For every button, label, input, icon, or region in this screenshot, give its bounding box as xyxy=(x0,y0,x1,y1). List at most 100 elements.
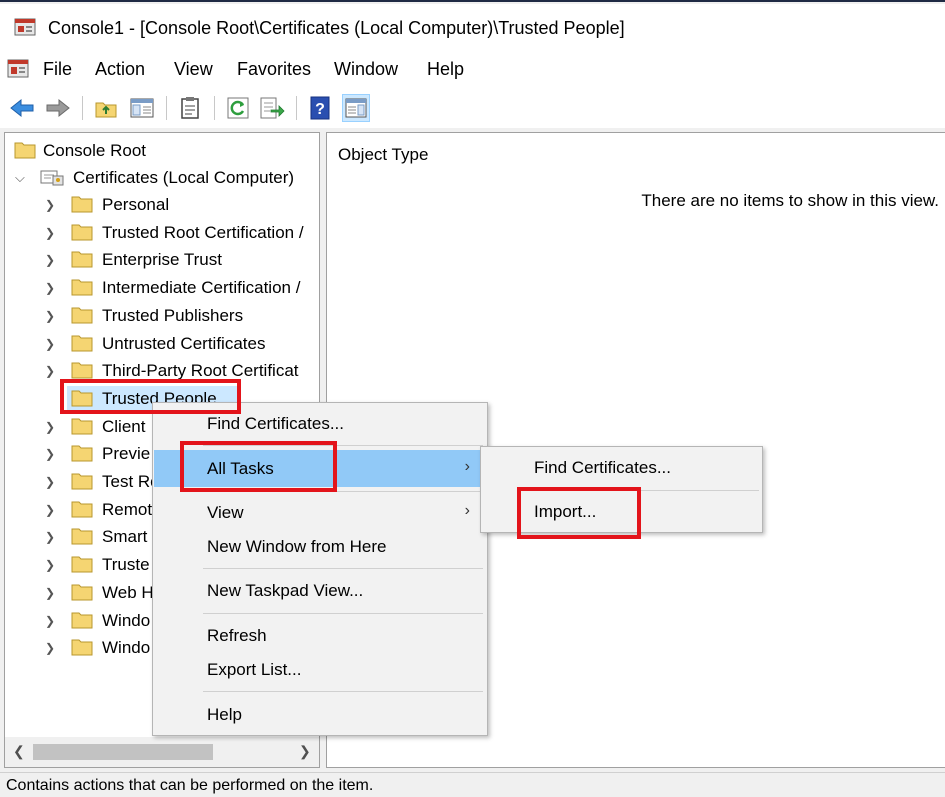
menu-item-help[interactable]: Help xyxy=(154,698,486,732)
folder-icon xyxy=(71,335,93,351)
menu-item-refresh[interactable]: Refresh xyxy=(154,619,486,653)
submenu-item-import[interactable]: Import... xyxy=(482,494,761,530)
chevron-right-icon[interactable]: ❯ xyxy=(45,530,59,544)
submenu-item-find-certificates[interactable]: Find Certificates... xyxy=(482,450,761,486)
chevron-right-icon[interactable]: ❯ xyxy=(45,420,59,434)
tree-item-trusted-root-certification-authorities[interactable]: ❯ Trusted Root Certification / xyxy=(5,220,319,246)
tree-item-label: Personal xyxy=(102,195,170,214)
mmc-app-icon xyxy=(14,18,36,36)
chevron-right-icon[interactable]: ❯ xyxy=(45,337,59,351)
menu-item-find-certificates[interactable]: Find Certificates... xyxy=(154,407,486,441)
up-one-level-button[interactable] xyxy=(92,94,120,122)
show-hide-tree-icon xyxy=(130,98,154,118)
menu-separator xyxy=(203,691,483,692)
chevron-right-icon[interactable]: ❯ xyxy=(45,503,59,517)
back-icon xyxy=(10,98,34,118)
help-icon: ? xyxy=(310,96,330,120)
menu-item-label: View xyxy=(207,503,244,522)
folder-icon xyxy=(71,362,93,379)
folder-icon xyxy=(71,445,93,462)
properties-button[interactable] xyxy=(176,94,204,122)
chevron-right-icon[interactable]: ❯ xyxy=(45,281,59,295)
menu-item-label: Import... xyxy=(534,502,597,521)
context-menu: Find Certificates... All Tasks › View › … xyxy=(152,402,488,736)
menu-separator xyxy=(521,490,759,491)
export-list-button[interactable] xyxy=(258,94,286,122)
menu-item-new-taskpad-view[interactable]: New Taskpad View... xyxy=(154,574,486,608)
menu-window[interactable]: Window xyxy=(334,59,398,80)
certificate-store-icon xyxy=(40,170,64,186)
menu-item-all-tasks[interactable]: All Tasks › xyxy=(154,450,486,487)
menu-separator xyxy=(203,491,483,492)
column-header-object-type[interactable]: Object Type xyxy=(338,145,428,165)
submenu-arrow-icon: › xyxy=(464,458,470,475)
tree-item-enterprise-trust[interactable]: ❯ Enterprise Trust xyxy=(5,247,319,273)
menu-separator xyxy=(203,568,483,569)
folder-icon xyxy=(71,501,93,518)
scroll-left-icon[interactable]: ❮ xyxy=(13,743,25,760)
menu-help[interactable]: Help xyxy=(427,59,464,80)
forward-icon xyxy=(46,98,70,118)
chevron-right-icon[interactable]: ❯ xyxy=(45,641,59,655)
tree-item-third-party-root-certification-authorities[interactable]: ❯ Third-Party Root Certificat xyxy=(5,358,319,384)
toolbar-separator xyxy=(82,96,83,120)
menu-separator xyxy=(203,613,483,614)
menu-item-new-window-from-here[interactable]: New Window from Here xyxy=(154,530,486,564)
all-tasks-submenu: Find Certificates... Import... xyxy=(480,446,763,533)
forward-button[interactable] xyxy=(44,94,72,122)
menu-item-view[interactable]: View › xyxy=(154,496,486,530)
chevron-down-icon[interactable]: ⌵ xyxy=(15,171,29,185)
tree-item-personal[interactable]: ❯ Personal xyxy=(5,192,319,218)
tree-item-console-root[interactable]: Console Root xyxy=(5,138,319,164)
tree-item-label: Client xyxy=(102,416,146,436)
menu-action[interactable]: Action xyxy=(95,59,145,80)
chevron-right-icon[interactable]: ❯ xyxy=(45,226,59,240)
chevron-right-icon[interactable]: ❯ xyxy=(45,447,59,461)
back-button[interactable] xyxy=(8,94,36,122)
chevron-right-icon[interactable]: ❯ xyxy=(45,614,59,628)
menu-view[interactable]: View xyxy=(174,59,213,80)
folder-icon xyxy=(71,556,93,573)
tree-item-untrusted-certificates[interactable]: ❯ Untrusted Certificates xyxy=(5,331,319,357)
tree-item-certificates[interactable]: ⌵ Certificates (Local Computer) xyxy=(5,165,319,191)
tree-item-intermediate-certification-authorities[interactable]: ❯ Intermediate Certification / xyxy=(5,275,319,301)
chevron-right-icon[interactable]: ❯ xyxy=(45,253,59,267)
menu-item-export-list[interactable]: Export List... xyxy=(154,653,486,687)
toolbar-separator xyxy=(214,96,215,120)
tree-item-label: Test Ro xyxy=(102,472,160,491)
show-hide-tree-button[interactable] xyxy=(128,94,156,122)
scroll-right-icon[interactable]: ❯ xyxy=(299,743,311,760)
tree-item-label: Trusted Root Certification / xyxy=(102,222,304,242)
refresh-button[interactable] xyxy=(224,94,252,122)
chevron-right-icon[interactable]: ❯ xyxy=(45,364,59,378)
chevron-right-icon[interactable]: ❯ xyxy=(45,475,59,489)
chevron-right-icon[interactable]: ❯ xyxy=(45,558,59,572)
tree-item-trusted-publishers[interactable]: ❯ Trusted Publishers xyxy=(5,303,319,329)
menu-bar: File Action View Favorites Window Help xyxy=(0,50,945,88)
scrollbar-thumb[interactable] xyxy=(33,744,213,760)
menu-separator xyxy=(203,445,483,446)
help-button[interactable]: ? xyxy=(306,94,334,122)
folder-icon xyxy=(71,279,93,296)
empty-view-message: There are no items to show in this view. xyxy=(641,191,939,210)
chevron-right-icon[interactable]: ❯ xyxy=(45,586,59,600)
tree-item-label: Intermediate Certification / xyxy=(102,278,301,298)
tree-horizontal-scrollbar[interactable]: ❮ ❯ xyxy=(5,737,319,767)
toolbar: ? xyxy=(0,88,945,128)
refresh-icon xyxy=(227,97,249,119)
tree-item-label: Enterprise Trust xyxy=(102,250,222,270)
tree-item-label: Truste xyxy=(102,555,150,575)
svg-text:?: ? xyxy=(315,101,325,118)
properties-icon xyxy=(181,97,199,119)
menu-file[interactable]: File xyxy=(43,59,72,80)
title-bar[interactable]: Console1 - [Console Root\Certificates (L… xyxy=(0,4,945,50)
tree-item-label: Previe xyxy=(102,444,151,464)
menu-favorites[interactable]: Favorites xyxy=(237,59,311,80)
folder-icon xyxy=(71,196,93,213)
tree-item-label: Untrusted Certificates xyxy=(102,333,266,353)
show-action-pane-button[interactable] xyxy=(342,94,370,122)
folder-icon xyxy=(71,639,93,656)
chevron-right-icon[interactable]: ❯ xyxy=(45,198,59,212)
console-menu-icon[interactable] xyxy=(6,58,32,80)
chevron-right-icon[interactable]: ❯ xyxy=(45,309,59,323)
